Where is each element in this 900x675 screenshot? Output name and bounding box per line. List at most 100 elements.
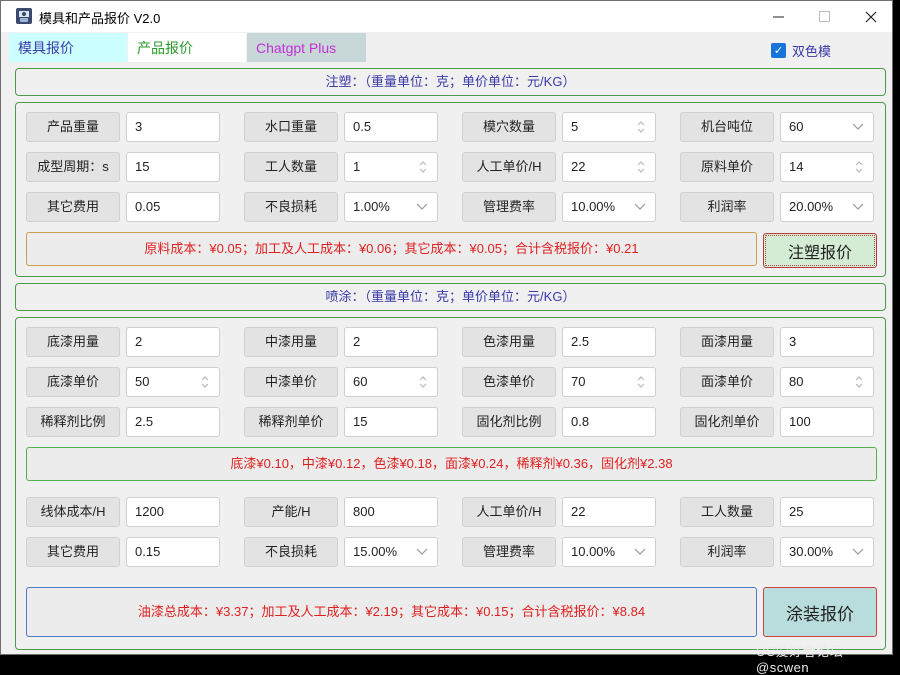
tab-chatgpt-plus[interactable]: Chatgpt Plus (247, 33, 366, 62)
field-input[interactable]: 100 (780, 407, 874, 437)
field-value: 14 (789, 159, 804, 174)
field-label: 原料单价 (680, 152, 774, 182)
field-input[interactable]: 15 (126, 152, 220, 182)
injection-quote-button[interactable]: 注塑报价 (763, 233, 877, 268)
field-value: 10.00% (571, 544, 616, 559)
field-value: 3 (135, 119, 143, 134)
spinner-arrows-icon[interactable] (636, 374, 646, 390)
field-label: 底漆用量 (26, 327, 120, 357)
field-label: 管理费率 (462, 192, 556, 222)
field-value: 15 (135, 159, 150, 174)
field-value: 0.5 (353, 119, 372, 134)
field-value: 2 (353, 334, 361, 349)
field-input[interactable]: 3 (780, 327, 874, 357)
close-button[interactable] (848, 1, 894, 32)
field-spinbox[interactable]: 14 (780, 152, 874, 182)
field-label: 面漆用量 (680, 327, 774, 357)
field-label: 工人数量 (244, 152, 338, 182)
spinner-arrows-icon[interactable] (854, 159, 864, 175)
field-label: 产品重量 (26, 112, 120, 142)
chevron-down-icon[interactable] (416, 548, 428, 556)
field-dropdown[interactable]: 20.00% (780, 192, 874, 222)
field-value: 80 (789, 374, 804, 389)
maximize-button[interactable] (802, 1, 848, 32)
chevron-down-icon[interactable] (852, 123, 864, 131)
field-spinbox[interactable]: 5 (562, 112, 656, 142)
field-spinbox[interactable]: 60 (344, 367, 438, 397)
field-value: 22 (571, 159, 586, 174)
field-dropdown[interactable]: 15.00% (344, 537, 438, 567)
spinner-arrows-icon[interactable] (636, 159, 646, 175)
field-input[interactable]: 0.8 (562, 407, 656, 437)
spinner-arrows-icon[interactable] (418, 374, 428, 390)
field-input[interactable]: 2.5 (126, 407, 220, 437)
chevron-down-icon[interactable] (416, 203, 428, 211)
field-spinbox[interactable]: 80 (780, 367, 874, 397)
field-input[interactable]: 0.5 (344, 112, 438, 142)
field-value: 0.05 (135, 199, 161, 214)
dual-color-checkbox[interactable]: ✓ 双色模 (771, 41, 831, 60)
tab-product-quote[interactable]: 产品报价 (128, 33, 246, 62)
field-value: 800 (353, 504, 375, 519)
field-label: 色漆单价 (462, 367, 556, 397)
field-input[interactable]: 0.15 (126, 537, 220, 567)
field-input[interactable]: 22 (562, 497, 656, 527)
field-dropdown[interactable]: 30.00% (780, 537, 874, 567)
field-spinbox[interactable]: 22 (562, 152, 656, 182)
chevron-down-icon[interactable] (634, 548, 646, 556)
field-value: 100 (789, 414, 811, 429)
field-label: 其它费用 (26, 537, 120, 567)
field-label: 机台吨位 (680, 112, 774, 142)
field-value: 1.00% (353, 199, 390, 214)
spinner-arrows-icon[interactable] (854, 374, 864, 390)
field-label: 利润率 (680, 192, 774, 222)
field-dropdown[interactable]: 10.00% (562, 192, 656, 222)
field-label: 其它费用 (26, 192, 120, 222)
field-input[interactable]: 2.5 (562, 327, 656, 357)
chevron-down-icon[interactable] (852, 548, 864, 556)
field-spinbox[interactable]: 70 (562, 367, 656, 397)
chevron-down-icon[interactable] (852, 203, 864, 211)
field-input[interactable]: 0.05 (126, 192, 220, 222)
field-input[interactable]: 25 (780, 497, 874, 527)
field-dropdown[interactable]: 10.00% (562, 537, 656, 567)
spinner-arrows-icon[interactable] (636, 119, 646, 135)
field-label: 固化剂单价 (680, 407, 774, 437)
field-input[interactable]: 3 (126, 112, 220, 142)
spinner-arrows-icon[interactable] (418, 159, 428, 175)
field-input[interactable]: 2 (344, 327, 438, 357)
field-input[interactable]: 1200 (126, 497, 220, 527)
spray-group: 底漆用量 2 中漆用量 2 色漆用量 2.5 面漆用量 3 底漆单价 50 中漆单价 60 色漆单价 70… (15, 317, 886, 650)
field-input[interactable]: 2 (126, 327, 220, 357)
field-value: 2.5 (571, 334, 590, 349)
tab-mold-quote[interactable]: 模具报价 (9, 33, 127, 62)
field-value: 2.5 (135, 414, 154, 429)
spray-result: 油漆总成本：¥3.37；加工及人工成本：¥2.19；其它成本：¥0.15；合计含… (26, 587, 757, 637)
field-label: 中漆单价 (244, 367, 338, 397)
field-value: 60 (789, 119, 804, 134)
field-value: 0.8 (571, 414, 590, 429)
field-value: 25 (789, 504, 804, 519)
field-spinbox[interactable]: 50 (126, 367, 220, 397)
field-value: 5 (571, 119, 579, 134)
spray-quote-button[interactable]: 涂装报价 (763, 587, 877, 637)
field-label: 面漆单价 (680, 367, 774, 397)
field-value: 15.00% (353, 544, 398, 559)
field-dropdown[interactable]: 1.00% (344, 192, 438, 222)
field-spinbox[interactable]: 1 (344, 152, 438, 182)
chevron-down-icon[interactable] (634, 203, 646, 211)
field-dropdown[interactable]: 60 (780, 112, 874, 142)
field-input[interactable]: 800 (344, 497, 438, 527)
field-value: 1 (353, 159, 361, 174)
field-label: 不良损耗 (244, 537, 338, 567)
spinner-arrows-icon[interactable] (200, 374, 210, 390)
injection-result: 原料成本：¥0.05；加工及人工成本：¥0.06；其它成本：¥0.05；合计含税… (26, 232, 757, 266)
minimize-button[interactable] (756, 1, 802, 32)
maximize-icon (819, 10, 830, 22)
field-label: 不良损耗 (244, 192, 338, 222)
field-label: 工人数量 (680, 497, 774, 527)
field-value: 22 (571, 504, 586, 519)
watermark-text: UC爱好者论坛@scwen (756, 644, 844, 675)
field-label: 利润率 (680, 537, 774, 567)
field-input[interactable]: 15 (344, 407, 438, 437)
